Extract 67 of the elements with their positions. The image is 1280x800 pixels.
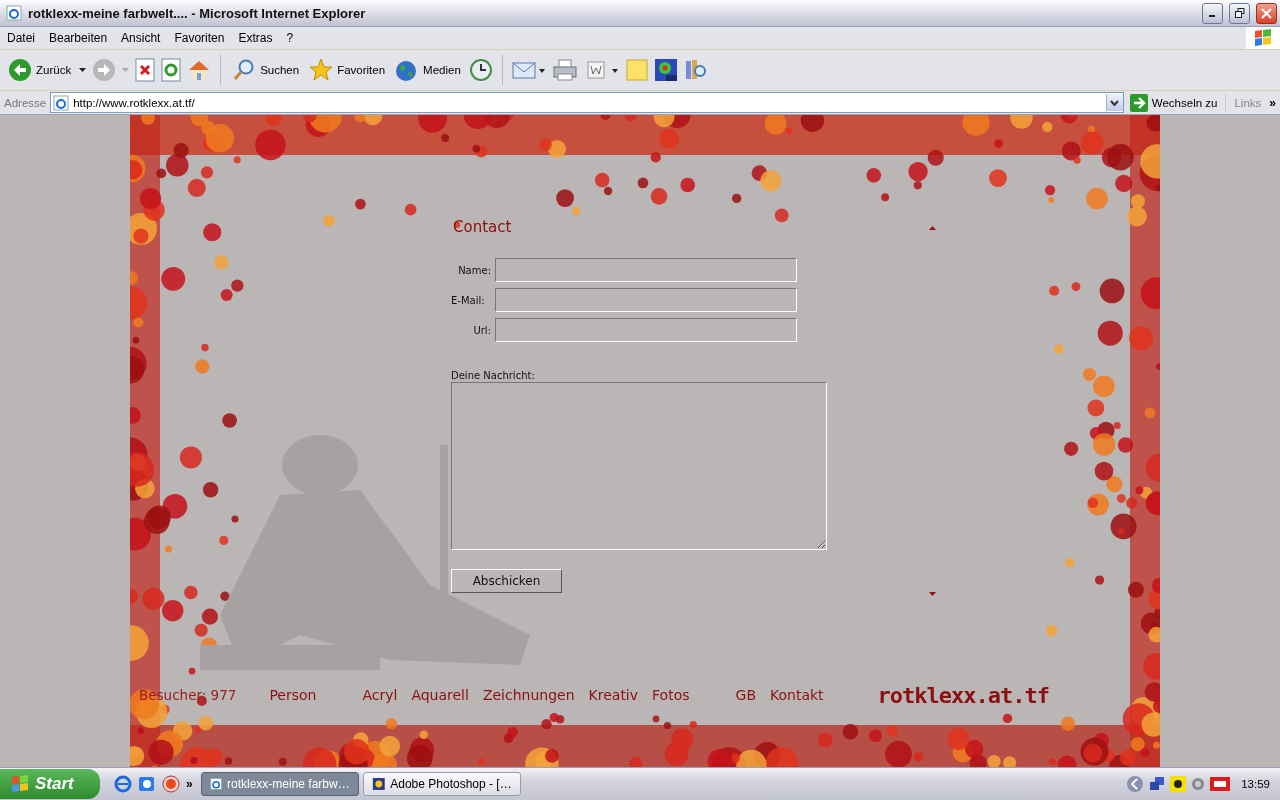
- input-field[interactable]: [495, 318, 797, 342]
- close-icon: [1261, 7, 1272, 19]
- history-icon[interactable]: [468, 58, 493, 82]
- nav-link[interactable]: Person: [269, 687, 317, 703]
- back-button[interactable]: Zurück: [6, 56, 74, 84]
- nav-link[interactable]: Acryl: [362, 687, 398, 703]
- page-icon: [6, 5, 22, 21]
- page-icon: [209, 776, 222, 792]
- message-field[interactable]: [451, 382, 827, 550]
- windows-logo-icon: [1253, 29, 1273, 47]
- field-label: Name:: [457, 264, 491, 276]
- site-logo: rotklexx.at.tf: [877, 682, 1049, 708]
- scroll-down-icon[interactable]: [929, 592, 936, 596]
- taskbar-button[interactable]: rotklexx-meine farbw…: [200, 772, 359, 796]
- books-icon[interactable]: [683, 58, 708, 82]
- sun-icon[interactable]: [1170, 776, 1187, 792]
- caret-icon[interactable]: [1110, 99, 1120, 106]
- menu-item[interactable]: Datei: [0, 31, 42, 45]
- nav-link[interactable]: Aquarell: [411, 687, 469, 703]
- search-button[interactable]: Suchen: [230, 56, 302, 84]
- window-title: rotklexx-meine farbwelt.... - Microsoft Internet Explorer: [28, 5, 367, 21]
- flower-icon[interactable]: [653, 58, 678, 82]
- go-button[interactable]: Wechseln zu: [1127, 93, 1227, 112]
- speaker-icon[interactable]: [1191, 776, 1206, 792]
- network-icon[interactable]: [1149, 776, 1166, 792]
- address-field[interactable]: http://www.rotklexx.at.tf/: [50, 92, 1124, 113]
- close-button[interactable]: [1256, 2, 1277, 24]
- arrow-right-icon: [1129, 93, 1148, 112]
- refresh-icon[interactable]: [161, 58, 182, 82]
- page-icon: [53, 94, 70, 111]
- app-icon[interactable]: [162, 775, 180, 793]
- field-label: Url:: [472, 324, 491, 336]
- scroll-up-icon[interactable]: [929, 226, 936, 230]
- nav-link[interactable]: Fotos: [652, 687, 690, 703]
- taskbar-button[interactable]: Adobe Photoshop - […: [362, 772, 521, 796]
- nav-link[interactable]: Kontakt: [770, 687, 824, 703]
- menu-item[interactable]: Ansicht: [114, 31, 168, 45]
- more-button[interactable]: »: [186, 777, 193, 791]
- chevron-left-icon[interactable]: [1126, 775, 1145, 793]
- favorites-button[interactable]: Favoriten: [307, 56, 388, 84]
- star-icon[interactable]: [309, 58, 334, 82]
- clock: 13:59: [1241, 778, 1270, 790]
- menu-item[interactable]: Favoriten: [167, 31, 232, 45]
- nav-link[interactable]: Zeichnungen: [482, 687, 575, 703]
- menu-item[interactable]: ?: [279, 31, 301, 45]
- restore-button[interactable]: [1229, 2, 1250, 24]
- contact-heading: Contact: [453, 218, 513, 236]
- more-button[interactable]: »: [1269, 95, 1276, 110]
- input-field[interactable]: [495, 258, 797, 282]
- windows-logo-icon: [10, 775, 30, 793]
- caret-icon[interactable]: [79, 68, 87, 72]
- message-label: Deine Nachricht:: [451, 370, 536, 381]
- nav-link[interactable]: Kreativ: [588, 687, 639, 703]
- menu-item[interactable]: Extras: [231, 31, 280, 45]
- input-field[interactable]: [495, 288, 797, 312]
- email-icon[interactable]: [138, 775, 156, 793]
- menu-item[interactable]: Bearbeiten: [42, 31, 115, 45]
- media-button[interactable]: Medien: [393, 56, 463, 84]
- restore-icon: [1234, 8, 1245, 18]
- back-icon[interactable]: [8, 58, 32, 82]
- stop-icon[interactable]: [135, 58, 156, 82]
- printer-icon[interactable]: [551, 58, 578, 82]
- browser-icon[interactable]: [114, 775, 132, 793]
- address-label: Adresse: [4, 96, 47, 109]
- submit-button[interactable]: Abschicken: [451, 569, 562, 593]
- nav-link[interactable]: GB: [735, 687, 756, 703]
- minimize-button[interactable]: [1202, 2, 1223, 24]
